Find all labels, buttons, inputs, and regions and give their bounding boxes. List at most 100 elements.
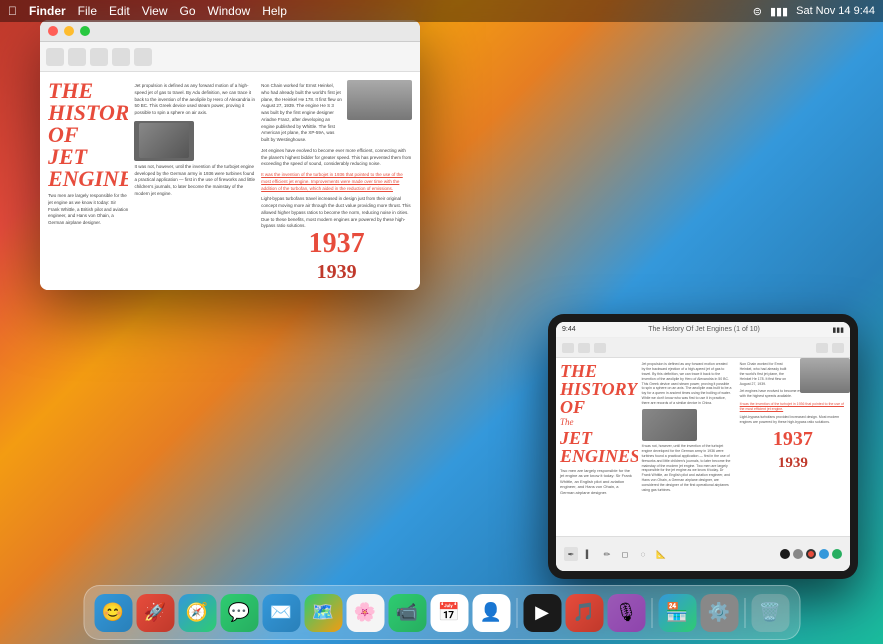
maximize-button[interactable]	[80, 26, 90, 36]
dock-safari[interactable]: 🧭	[178, 594, 216, 632]
dock-messages[interactable]: 💬	[220, 594, 258, 632]
close-button[interactable]	[48, 26, 58, 36]
pdf-col2-text2: It was not, however, until the invention…	[134, 164, 255, 198]
ipad-statusbar: 9:44 The History Of Jet Engines (1 of 10…	[556, 322, 850, 338]
desktop-area: THE HISTORY OF The JET ENGINES Two men a…	[0, 0, 883, 644]
dock-appstore[interactable]: 🏪	[658, 594, 696, 632]
pdf-columns: THE HISTORY OF The JET ENGINES Two men a…	[48, 80, 412, 282]
toolbar-back[interactable]	[46, 48, 64, 66]
markup-pen-tool[interactable]: ✒	[564, 547, 578, 561]
menu-help[interactable]: Help	[262, 4, 287, 18]
ipad-tool-4[interactable]	[816, 343, 828, 353]
menu-go[interactable]: Go	[180, 4, 196, 18]
ipad-doc-history: HISTORY	[560, 380, 634, 398]
toolbar-zoom[interactable]	[90, 48, 108, 66]
markup-ruler-tool[interactable]: 📐	[654, 547, 668, 561]
window-toolbar	[40, 42, 420, 72]
pdf-image-plane	[347, 80, 412, 120]
ipad-content: THE HISTORY OF The JET ENGINES Two men a…	[556, 358, 850, 536]
pdf-col-2: Jet propulsion is defined as any forward…	[134, 80, 255, 282]
dock: 😊 🚀 🧭 💬 ✉️ 🗺️ 🌸 📹 📅 👤 ▶ 🎵 🎙 🏪 ⚙️ 🗑️	[83, 585, 800, 640]
ipad-col2-text2: It was not, however, until the invention…	[642, 444, 732, 493]
menu-finder[interactable]: Finder	[29, 4, 66, 18]
color-gray[interactable]	[793, 549, 803, 559]
dock-music[interactable]: 🎵	[565, 594, 603, 632]
window-content: THE HISTORY OF The JET ENGINES Two men a…	[40, 72, 420, 290]
menubar-right: ⊜ ▮▮▮ Sat Nov 14 9:44	[753, 5, 875, 18]
datetime: Sat Nov 14 9:44	[796, 5, 875, 17]
markup-marker-tool[interactable]: ▍	[582, 547, 596, 561]
pdf-title-the: THE	[48, 80, 128, 102]
menu-edit[interactable]: Edit	[109, 4, 130, 18]
wifi-icon[interactable]: ⊜	[753, 5, 762, 18]
dock-tv[interactable]: ▶	[523, 594, 561, 632]
dock-contacts[interactable]: 👤	[472, 594, 510, 632]
ipad-title: The History Of Jet Engines (1 of 10)	[648, 326, 760, 333]
ipad-tool-5[interactable]	[832, 343, 844, 353]
ipad-doc-engines: ENGINES	[560, 447, 634, 465]
battery-icon: ▮▮▮	[770, 5, 788, 18]
dock-finder[interactable]: 😊	[94, 594, 132, 632]
ipad-col3-highlight: It was the invention of the turbojet in …	[740, 402, 846, 412]
pdf-col-3: Non Chain worked for Ernst Heinkel, who …	[261, 80, 412, 282]
menubar-left:  Finder File Edit View Go Window Help	[8, 4, 753, 18]
dock-trash[interactable]: 🗑️	[751, 594, 789, 632]
desktop:  Finder File Edit View Go Window Help ⊜…	[0, 0, 883, 644]
ipad-tool-2[interactable]	[578, 343, 590, 353]
ipad-image-plane	[800, 358, 850, 393]
ipad-tool-1[interactable]	[562, 343, 574, 353]
ipad-screen: 9:44 The History Of Jet Engines (1 of 10…	[556, 322, 850, 571]
ipad-col-2: Jet propulsion is defined as any forward…	[638, 358, 736, 536]
toolbar-annotate[interactable]	[112, 48, 130, 66]
ipad-time: 9:44	[562, 326, 576, 333]
markup-lasso-tool[interactable]: ◌	[636, 547, 650, 561]
toolbar-forward[interactable]	[68, 48, 86, 66]
menu-window[interactable]: Window	[208, 4, 251, 18]
pdf-title-of: OF	[48, 124, 128, 146]
minimize-button[interactable]	[64, 26, 74, 36]
pdf-col3-text2: Jet engines have evolved to become ever …	[261, 148, 412, 168]
dock-separator-2	[651, 598, 652, 628]
markup-tools: ✒ ▍ ✏ ◻ ◌ 📐	[564, 547, 668, 561]
markup-color-palette	[780, 549, 842, 559]
ipad-col-title: THE HISTORY OF The JET ENGINES Two men a…	[556, 358, 638, 536]
dock-maps[interactable]: 🗺️	[304, 594, 342, 632]
ipad-year-1937: 1937	[740, 425, 846, 453]
window-titlebar	[40, 20, 420, 42]
pdf-col3-text4: Light-bypas turbofans travel increased i…	[261, 196, 412, 230]
ipad: 9:44 The History Of Jet Engines (1 of 10…	[548, 314, 858, 579]
dock-podcasts[interactable]: 🎙	[607, 594, 645, 632]
menu-view[interactable]: View	[142, 4, 168, 18]
color-blue[interactable]	[819, 549, 829, 559]
dock-facetime[interactable]: 📹	[388, 594, 426, 632]
color-red[interactable]	[806, 549, 816, 559]
dock-calendar[interactable]: 📅	[430, 594, 468, 632]
markup-pencil-tool[interactable]: ✏	[600, 547, 614, 561]
dock-launchpad[interactable]: 🚀	[136, 594, 174, 632]
ipad-doc-the: THE	[560, 362, 634, 380]
ipad-year-1939: 1939	[740, 453, 846, 474]
pdf-window[interactable]: THE HISTORY OF The JET ENGINES Two men a…	[40, 20, 420, 290]
dock-photos[interactable]: 🌸	[346, 594, 384, 632]
ipad-tool-3[interactable]	[594, 343, 606, 353]
color-black[interactable]	[780, 549, 790, 559]
menubar:  Finder File Edit View Go Window Help ⊜…	[0, 0, 883, 22]
apple-menu[interactable]: 	[8, 4, 17, 18]
ipad-toolbar	[556, 338, 850, 358]
pdf-page: THE HISTORY OF The JET ENGINES Two men a…	[40, 72, 420, 290]
ipad-doc-of: OF	[560, 398, 634, 416]
dock-systemprefs[interactable]: ⚙️	[700, 594, 738, 632]
ipad-annotation-the: The	[560, 416, 634, 429]
toolbar-share[interactable]	[134, 48, 152, 66]
pdf-title-engines: ENGINES	[48, 168, 128, 190]
dock-mail[interactable]: ✉️	[262, 594, 300, 632]
ipad-doc-byline: Two men are largely responsible for the …	[560, 468, 634, 496]
color-green[interactable]	[832, 549, 842, 559]
pdf-col-title: THE HISTORY OF The JET ENGINES Two men a…	[48, 80, 128, 282]
markup-eraser-tool[interactable]: ◻	[618, 547, 632, 561]
pdf-col3-text3: It was the invention of the turbojet in …	[261, 172, 412, 192]
pdf-title-history: HISTORY	[48, 102, 128, 124]
pdf-image-engine	[134, 121, 194, 161]
menu-file[interactable]: File	[78, 4, 97, 18]
pdf-col2-text: Jet propulsion is defined as any forward…	[134, 83, 255, 117]
